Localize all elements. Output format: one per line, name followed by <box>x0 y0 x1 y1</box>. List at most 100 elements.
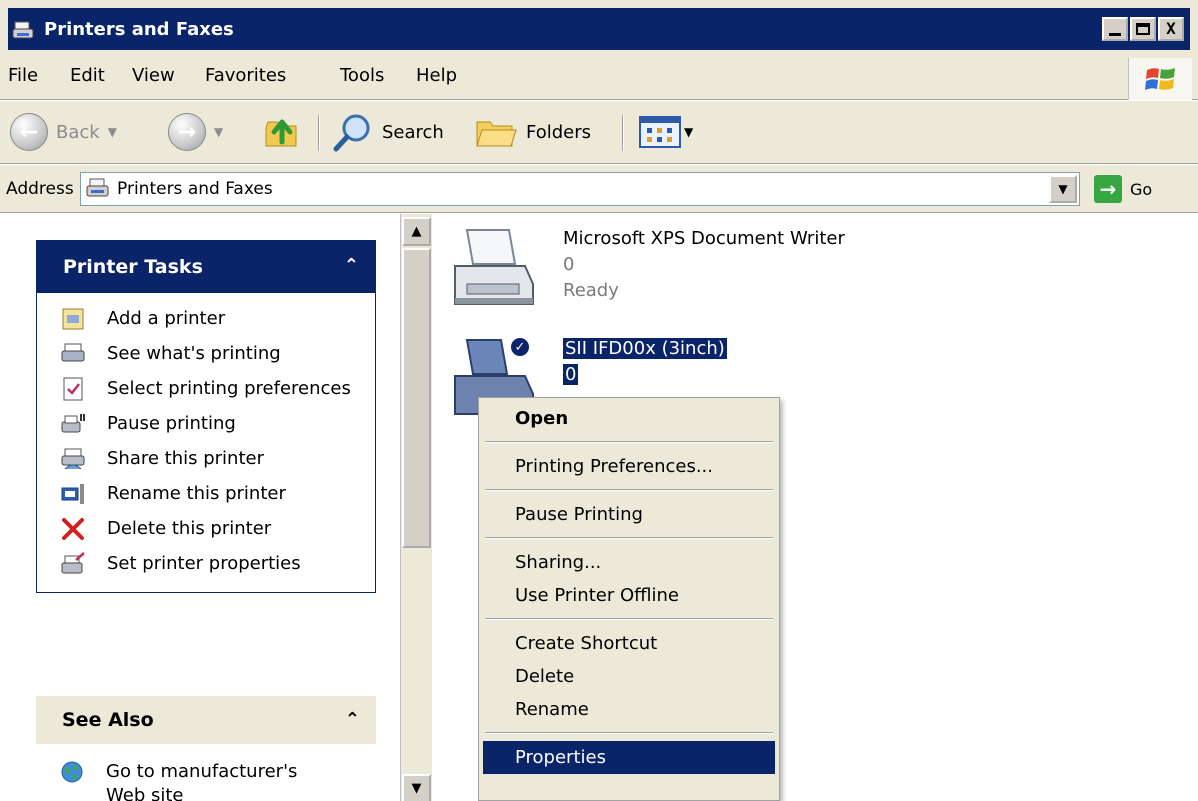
task-pane: Printer Tasks ⌃ Add a printer See what's… <box>0 214 400 801</box>
share-printer-icon <box>61 448 85 470</box>
task-label: Delete this printer <box>107 518 272 539</box>
menu-file[interactable]: File <box>8 65 38 86</box>
views-button[interactable]: ▼ <box>638 111 693 153</box>
printers-folder-icon <box>86 178 109 197</box>
go-arrow-icon: → <box>1094 175 1122 203</box>
folders-label: Folders <box>526 121 592 143</box>
task-see-printing[interactable]: See what's printing <box>61 342 375 366</box>
up-folder-button[interactable] <box>262 111 302 153</box>
back-dropdown-icon[interactable]: ▼ <box>108 125 117 139</box>
title-bar[interactable]: Printers and Faxes X <box>0 0 1198 50</box>
printer-name: Microsoft XPS Document Writer <box>563 228 845 249</box>
address-field[interactable]: Printers and Faxes ▼ <box>80 172 1080 206</box>
add-printer-icon <box>62 308 84 330</box>
task-label: Select printing preferences <box>107 378 351 399</box>
views-icon <box>639 116 681 148</box>
address-label: Address <box>6 179 74 199</box>
menu-item-create-shortcut[interactable]: Create Shortcut <box>483 627 775 660</box>
menu-item-printing-preferences[interactable]: Printing Preferences... <box>483 450 775 483</box>
globe-icon <box>61 761 83 783</box>
scroll-thumb[interactable] <box>402 248 431 548</box>
address-bar: Address Printers and Faxes ▼ → Go <box>0 165 1198 213</box>
see-also-manufacturer-link[interactable]: Go to manufacturer's Web site <box>60 760 376 801</box>
forward-arrow-icon: → <box>168 113 206 151</box>
scroll-down-icon: ▼ <box>411 781 422 796</box>
menu-separator <box>485 489 773 491</box>
delete-icon <box>62 518 84 540</box>
printer-jobs: 0 <box>563 254 575 275</box>
search-button[interactable]: Search <box>332 111 444 153</box>
printer-name: SII IFD00x (3inch) <box>563 338 727 359</box>
collapse-icon[interactable]: ⌃ <box>345 709 360 730</box>
address-dropdown-button[interactable]: ▼ <box>1049 175 1077 203</box>
menu-item-properties[interactable]: Properties <box>483 741 775 774</box>
standard-toolbar: ← Back ▼ → ▼ Search Folders ▼ <box>0 101 1198 164</box>
toolbar-separator <box>318 115 320 151</box>
menu-item-pause-printing[interactable]: Pause Printing <box>483 498 775 531</box>
menu-tools[interactable]: Tools <box>340 65 384 86</box>
go-button[interactable]: → Go <box>1094 175 1152 203</box>
printer-item[interactable]: Microsoft XPS Document Writer 0 Ready <box>449 226 845 316</box>
folders-button[interactable]: Folders <box>474 111 591 153</box>
task-label: See what's printing <box>107 343 281 364</box>
menu-separator <box>485 537 773 539</box>
task-pane-scrollbar[interactable]: ▲ ▼ <box>400 214 432 801</box>
task-add-printer[interactable]: Add a printer <box>61 307 375 331</box>
task-label: Share this printer <box>107 448 264 469</box>
task-rename-printer[interactable]: Rename this printer <box>61 482 375 506</box>
search-icon <box>333 114 370 152</box>
menu-favorites[interactable]: Favorites <box>205 65 286 86</box>
properties-icon <box>61 552 85 574</box>
forward-dropdown-icon[interactable]: ▼ <box>214 125 223 139</box>
printer-tasks-title: Printer Tasks <box>63 256 203 278</box>
back-button[interactable]: ← Back ▼ <box>10 111 117 153</box>
window-title: Printers and Faxes <box>44 19 234 40</box>
task-delete-printer[interactable]: Delete this printer <box>61 517 375 541</box>
chevron-down-icon: ▼ <box>1058 182 1068 196</box>
printer-tasks-header[interactable]: Printer Tasks ⌃ <box>37 241 375 293</box>
menu-edit[interactable]: Edit <box>70 65 105 86</box>
close-icon: X <box>1166 19 1176 38</box>
menu-item-sharing[interactable]: Sharing... <box>483 546 775 579</box>
address-value: Printers and Faxes <box>117 179 273 199</box>
maximize-button[interactable] <box>1130 17 1156 41</box>
menu-help[interactable]: Help <box>416 65 457 86</box>
scroll-down-button[interactable]: ▼ <box>402 774 431 801</box>
menu-view[interactable]: View <box>132 65 175 86</box>
up-folder-icon <box>265 119 297 147</box>
printer-status: Ready <box>563 280 619 301</box>
printer-tasks-panel: Printer Tasks ⌃ Add a printer See what's… <box>36 240 376 593</box>
minimize-icon <box>1109 32 1121 36</box>
menu-item-use-printer-offline[interactable]: Use Printer Offline <box>483 579 775 612</box>
windows-logo <box>1128 58 1192 100</box>
forward-button[interactable]: → ▼ <box>168 111 223 153</box>
pause-printer-icon <box>61 414 85 433</box>
menu-item-open[interactable]: Open <box>483 402 775 435</box>
menu-item-rename[interactable]: Rename <box>483 693 775 726</box>
maximize-icon <box>1136 23 1150 35</box>
rename-icon <box>61 484 84 504</box>
task-label: Pause printing <box>107 413 236 434</box>
menu-bar: File Edit View Favorites Tools Help <box>0 50 1198 100</box>
task-select-preferences[interactable]: Select printing preferences <box>61 377 375 401</box>
print-queue-icon <box>61 343 85 362</box>
back-label: Back <box>56 121 100 143</box>
views-dropdown-icon[interactable]: ▼ <box>684 125 693 139</box>
scroll-up-button[interactable]: ▲ <box>402 217 431 246</box>
menu-separator <box>485 618 773 620</box>
see-also-title: See Also <box>62 709 154 731</box>
toolbar-separator <box>622 115 624 151</box>
menu-separator <box>485 732 773 734</box>
see-also-header[interactable]: See Also ⌃ <box>36 696 376 744</box>
minimize-button[interactable] <box>1102 17 1128 41</box>
menu-item-delete[interactable]: Delete <box>483 660 775 693</box>
printers-folder-icon <box>12 21 34 39</box>
default-printer-checkmark-icon: ✓ <box>509 336 531 358</box>
preferences-icon <box>63 377 83 401</box>
close-button[interactable]: X <box>1158 17 1184 41</box>
task-pause-printing[interactable]: Pause printing <box>61 412 375 436</box>
task-share-printer[interactable]: Share this printer <box>61 447 375 471</box>
task-set-properties[interactable]: Set printer properties <box>61 552 375 576</box>
collapse-icon[interactable]: ⌃ <box>344 255 359 276</box>
task-label: Add a printer <box>107 308 226 329</box>
